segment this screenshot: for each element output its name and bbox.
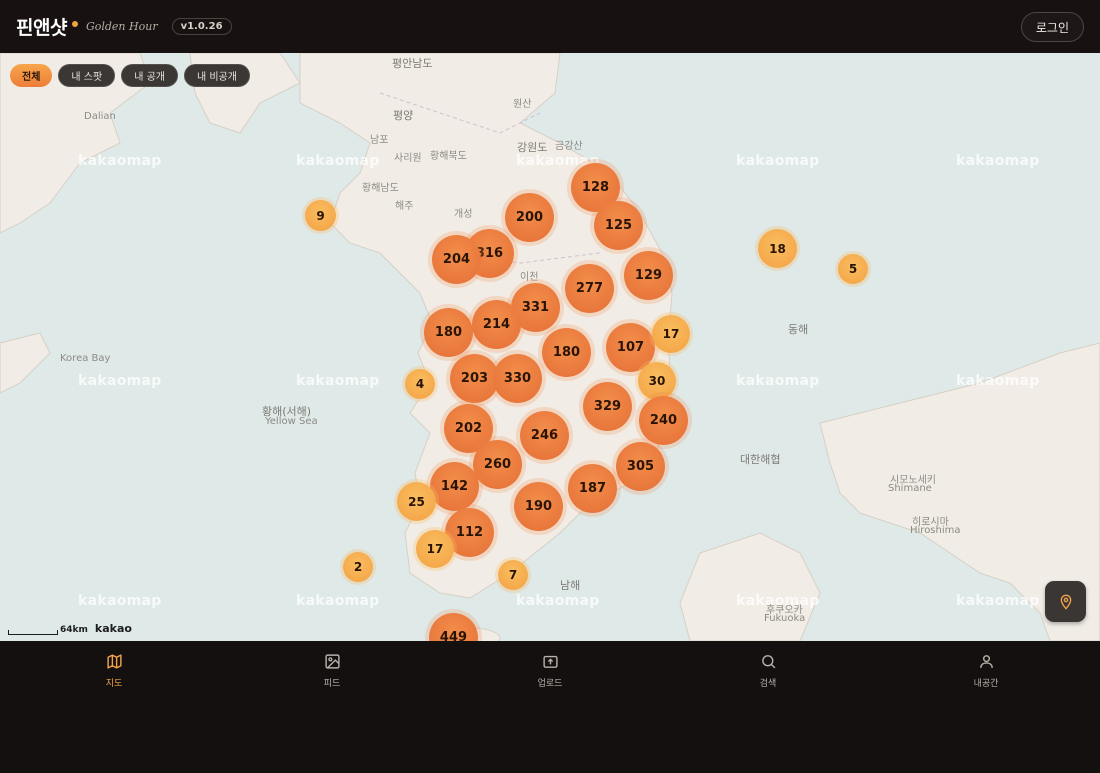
my-location-button[interactable] [1045, 581, 1086, 622]
nav-label: 피드 [323, 679, 341, 689]
filter-bar: 전체 내 스팟 내 공개 내 비공개 [10, 64, 250, 87]
nav-label: 지도 [105, 679, 123, 689]
map-cluster-marker[interactable]: 4 [405, 369, 435, 399]
map-cluster-marker[interactable]: 330 [493, 354, 542, 403]
place-label: 남해 [560, 579, 581, 592]
map-cluster-marker[interactable]: 260 [473, 440, 522, 489]
map-cluster-marker[interactable]: 129 [624, 251, 673, 300]
place-label: Fukuoka [764, 613, 806, 624]
map-cluster-marker[interactable]: 246 [520, 411, 569, 460]
map-watermark: kakaomap [736, 153, 820, 169]
top-header: 핀앤샷 Golden Hour v1.0.26 로그인 [0, 0, 1100, 53]
scale-bar [8, 630, 58, 635]
brand-dot-icon [71, 20, 78, 27]
search-icon [761, 655, 775, 669]
map-cluster-marker[interactable]: 180 [542, 328, 591, 377]
map-cluster-marker[interactable]: 142 [430, 462, 479, 511]
filter-chip-all[interactable]: 전체 [10, 64, 53, 87]
nav-item-feed[interactable]: 피드 [292, 653, 372, 689]
map-cluster-marker[interactable]: 9 [305, 200, 336, 231]
map-watermark: kakaomap [956, 373, 1040, 389]
place-label: 개성 [454, 209, 473, 220]
map-cluster-marker[interactable]: 30 [638, 362, 676, 400]
map-cluster-marker[interactable]: 2 [343, 552, 373, 582]
image-icon [324, 654, 340, 669]
map-cluster-marker[interactable]: 204 [432, 235, 481, 284]
version-badge: v1.0.26 [171, 18, 232, 35]
bottom-navigation: 지도 피드 업로드 검색 내공간 [0, 641, 1100, 773]
place-label: 강원도 [517, 141, 548, 154]
map-watermark: kakaomap [296, 373, 380, 389]
map-cluster-marker[interactable]: 25 [397, 482, 436, 521]
app-root: 핀앤샷 Golden Hour v1.0.26 로그인 kakaomap kak… [0, 0, 1100, 773]
place-label: 금강산 [555, 141, 583, 152]
map-watermark: kakaomap [296, 153, 380, 169]
map-cluster-marker[interactable]: 240 [639, 396, 688, 445]
place-label: 평양 [393, 109, 414, 122]
place-label: 원산 [513, 99, 532, 110]
upload-icon [542, 655, 558, 668]
map-view[interactable]: kakaomap kakaomap kakaomap kakaomap kaka… [0, 53, 1100, 641]
place-label: Hiroshima [910, 525, 961, 536]
map-cluster-marker[interactable]: 7 [498, 560, 528, 590]
map-cluster-marker[interactable]: 17 [416, 530, 454, 568]
place-label: 해주 [395, 201, 414, 212]
place-label: 황해남도 [362, 183, 399, 194]
map-attribution: kakao [94, 622, 132, 635]
map-cluster-marker[interactable]: 125 [594, 201, 643, 250]
map-cluster-marker[interactable]: 214 [472, 300, 521, 349]
map-scale: 64km kakao [8, 622, 132, 635]
place-label: Shimane [888, 483, 932, 494]
map-watermark: kakaomap [736, 373, 820, 389]
place-label: 황해북도 [430, 151, 467, 162]
map-cluster-marker[interactable]: 5 [838, 254, 868, 284]
nav-item-upload[interactable]: 업로드 [510, 653, 590, 689]
map-cluster-marker[interactable]: 180 [424, 308, 473, 357]
place-label: 대한해협 [740, 453, 781, 466]
map-cluster-marker[interactable]: 277 [565, 264, 614, 313]
map-watermark: kakaomap [78, 153, 162, 169]
brand-subtitle: Golden Hour [85, 20, 158, 33]
brand[interactable]: 핀앤샷 Golden Hour v1.0.26 [16, 13, 232, 40]
nav-label: 검색 [759, 679, 777, 689]
nav-label: 내공간 [973, 679, 999, 689]
place-label: Korea Bay [60, 353, 111, 364]
map-cluster-marker[interactable]: 200 [505, 193, 554, 242]
filter-chip-my-private[interactable]: 내 비공개 [183, 64, 250, 87]
map-cluster-marker[interactable]: 190 [514, 482, 563, 531]
location-pin-icon [1060, 594, 1071, 610]
nav-item-my-space[interactable]: 내공간 [946, 653, 1026, 689]
place-label: 평안남도 [392, 57, 433, 70]
map-cluster-marker[interactable]: 187 [568, 464, 617, 513]
map-watermark: kakaomap [78, 373, 162, 389]
map-cluster-marker[interactable]: 203 [450, 354, 499, 403]
map-watermark: kakaomap [78, 593, 162, 609]
nav-item-search[interactable]: 검색 [728, 653, 808, 689]
scale-label: 64km [60, 625, 88, 635]
map-watermark: kakaomap [956, 593, 1040, 609]
nav-label: 업로드 [537, 679, 563, 689]
place-label: 동해 [788, 323, 809, 336]
place-label: Dalian [84, 111, 116, 122]
map-watermark: kakaomap [516, 593, 600, 609]
map-cluster-marker[interactable]: 17 [652, 315, 690, 353]
place-label: Yellow Sea [265, 416, 318, 427]
map-watermark: kakaomap [956, 153, 1040, 169]
filter-chip-my-public[interactable]: 내 공개 [121, 64, 178, 87]
place-label: 사리원 [394, 153, 422, 164]
map-cluster-marker[interactable]: 18 [758, 229, 797, 268]
map-cluster-marker[interactable]: 329 [583, 382, 632, 431]
place-label: 이천 [520, 272, 539, 283]
filter-chip-my-spots[interactable]: 내 스팟 [58, 64, 116, 87]
place-label: 남포 [370, 135, 389, 146]
user-icon [979, 655, 993, 668]
brand-title: 핀앤샷 [16, 17, 67, 39]
nav-item-map[interactable]: 지도 [74, 653, 154, 689]
map-cluster-marker[interactable]: 305 [616, 442, 665, 491]
login-button[interactable]: 로그인 [1020, 12, 1084, 42]
map-watermark: kakaomap [296, 593, 380, 609]
map-icon [106, 654, 122, 669]
